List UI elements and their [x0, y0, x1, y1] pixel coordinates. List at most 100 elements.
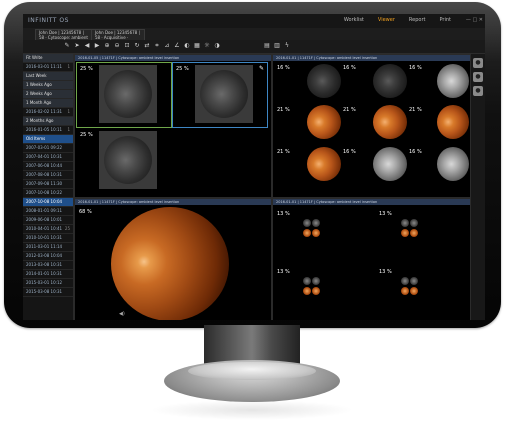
- invert-icon[interactable]: ◐: [183, 42, 191, 50]
- zoom-label: 21 %: [343, 107, 356, 113]
- sidebar-study-row[interactable]: 2007-09-08 11:30: [23, 180, 73, 189]
- image-thumb[interactable]: [373, 105, 407, 139]
- app-header: INFINITT OS Worklist Viewer Report Print…: [23, 14, 485, 29]
- nav-viewer[interactable]: Viewer: [378, 17, 395, 23]
- fit-icon[interactable]: ⊡: [123, 42, 131, 50]
- image-tile[interactable]: 25 %: [77, 129, 171, 193]
- panel-top-right[interactable]: 2016-01-01 | 11471F | Cytoscope: ambient…: [272, 54, 472, 198]
- nav-worklist[interactable]: Worklist: [344, 17, 364, 23]
- zoom-out-icon[interactable]: ⊖: [113, 42, 121, 50]
- sidebar-group-header[interactable]: Fit Write: [23, 54, 73, 63]
- sidebar-study-row[interactable]: 2016-01-05 10:11 1: [23, 126, 73, 135]
- crop-icon[interactable]: ⌗: [153, 42, 161, 50]
- pin-icon[interactable]: ✎: [259, 65, 264, 72]
- image-thumb[interactable]: [373, 64, 407, 98]
- image-thumb[interactable]: [307, 64, 341, 98]
- image-group[interactable]: [401, 277, 427, 301]
- next-icon[interactable]: ▶: [93, 42, 101, 50]
- contrast-icon[interactable]: ◑: [213, 42, 221, 50]
- sidebar-study-row[interactable]: 2016-02-02 11:31 1: [23, 108, 73, 117]
- sidebar-study-row[interactable]: 2010-04-01 10:41 25: [23, 225, 73, 234]
- sidebar-item-label: 2015-03-01 10:12: [26, 280, 63, 285]
- sidebar-study-row[interactable]: 2010-10-01 10:31: [23, 234, 73, 243]
- sidebar-group-header[interactable]: 2 Weeks Ago: [23, 90, 73, 99]
- nav-report[interactable]: Report: [409, 17, 426, 23]
- panel-header: 2016-01-05 | 11471F | Cytoscope: ambient…: [75, 55, 271, 61]
- sidebar-item-label: 2007-09-08 11:30: [26, 181, 63, 186]
- zoom-label: 21 %: [409, 107, 422, 113]
- image-thumb[interactable]: [437, 64, 469, 98]
- speaker-icon[interactable]: ◀): [119, 311, 125, 317]
- af-image: [99, 131, 157, 189]
- flip-icon[interactable]: ⇄: [143, 42, 151, 50]
- tool-button-2[interactable]: ●: [473, 72, 483, 82]
- image-thumb[interactable]: [437, 105, 469, 139]
- zoom-in-icon[interactable]: ⊕: [103, 42, 111, 50]
- measure-icon[interactable]: ⊿: [163, 42, 171, 50]
- sync-icon[interactable]: ϟ: [283, 42, 291, 50]
- sidebar-item-label: 2007-10-08 10:22: [26, 190, 63, 195]
- sidebar-study-row[interactable]: 2011-03-01 11:14: [23, 243, 73, 252]
- image-tile[interactable]: 25 %: [76, 62, 172, 128]
- zoom-label: 68 %: [79, 209, 92, 215]
- tool-button-1[interactable]: ●: [473, 58, 483, 68]
- sidebar-study-row[interactable]: 2008-01-01 09:11: [23, 207, 73, 216]
- zoom-label: 16 %: [409, 149, 422, 155]
- sidebar-study-row[interactable]: 2012-03-08 10:04: [23, 252, 73, 261]
- sidebar-study-row[interactable]: 2015-03-08 10:31: [23, 288, 73, 297]
- panel-bottom-left[interactable]: 2016-01-01 | 11471F | Cytoscope: ambient…: [74, 198, 272, 320]
- sidebar-study-row[interactable]: 2007-10-08 10:04: [23, 198, 73, 207]
- rotate-icon[interactable]: ↻: [133, 42, 141, 50]
- study-sidebar: Fit Write 2016-03-01 11:11 1 Last Week 1 Wee…: [23, 54, 74, 320]
- sidebar-study-row[interactable]: 2007-04-01 10:31: [23, 153, 73, 162]
- sidebar-item-label: Fit Write: [26, 55, 43, 60]
- sidebar-study-row[interactable]: 2007-08-08 10:31: [23, 171, 73, 180]
- image-thumb[interactable]: [307, 105, 341, 139]
- angle-icon[interactable]: ∠: [173, 42, 181, 50]
- pointer-icon[interactable]: ➤: [73, 42, 81, 50]
- sidebar-group-header[interactable]: Last Week: [23, 72, 73, 81]
- window-controls[interactable]: — □ ✕: [466, 17, 483, 23]
- brightness-icon[interactable]: ☼: [203, 42, 211, 50]
- sidebar-item-label: 2008-01-01 09:11: [26, 208, 63, 213]
- image-thumb[interactable]: [373, 147, 407, 181]
- image-group[interactable]: [303, 277, 329, 301]
- sidebar-study-row[interactable]: Old Items: [23, 135, 73, 144]
- layout-icon[interactable]: ▤: [263, 42, 271, 50]
- sidebar-item-label: Old Items: [26, 136, 46, 141]
- sidebar-study-row[interactable]: 2007-03-01 09:22: [23, 144, 73, 153]
- image-tile[interactable]: 25 % ✎: [172, 62, 268, 128]
- pen-icon[interactable]: ✎: [63, 42, 71, 50]
- panel-bottom-right[interactable]: 2016-01-01 | 11471F | Cytoscope: ambient…: [272, 198, 472, 320]
- zoom-label: 16 %: [409, 65, 422, 71]
- layout-2-icon[interactable]: ▥: [273, 42, 281, 50]
- sidebar-study-row[interactable]: 2014-01-01 10:31: [23, 270, 73, 279]
- sidebar-study-row[interactable]: 2009-06-08 10:01: [23, 216, 73, 225]
- sidebar-group-header[interactable]: 2 Months Ago: [23, 117, 73, 126]
- tool-button-3[interactable]: ●: [473, 86, 483, 96]
- grid-icon[interactable]: ▦: [193, 42, 201, 50]
- image-group[interactable]: [401, 219, 427, 243]
- sidebar-study-row[interactable]: 2016-03-01 11:11 1: [23, 63, 73, 72]
- sidebar-group-header[interactable]: 1 Month Ago: [23, 99, 73, 108]
- screen: INFINITT OS Worklist Viewer Report Print…: [23, 14, 485, 320]
- app-logo: INFINITT OS: [28, 17, 69, 24]
- sidebar-study-row[interactable]: 2015-03-01 10:12: [23, 279, 73, 288]
- sidebar-study-row[interactable]: 2007-06-08 10:44: [23, 162, 73, 171]
- sidebar-item-label: 2007-03-01 09:22: [26, 145, 63, 150]
- monitor-neck: [204, 325, 300, 365]
- fundus-image[interactable]: [111, 207, 229, 320]
- sidebar-item-label: 2007-10-08 10:04: [26, 199, 63, 204]
- nav-print[interactable]: Print: [439, 17, 451, 23]
- sidebar-item-label: 2010-04-01 10:41: [26, 226, 63, 231]
- sidebar-item-label: 2015-03-08 10:31: [26, 289, 63, 294]
- image-thumb[interactable]: [307, 147, 341, 181]
- sidebar-study-row[interactable]: 2007-10-08 10:22: [23, 189, 73, 198]
- sidebar-group-header[interactable]: 1 Weeks Ago: [23, 81, 73, 90]
- image-group[interactable]: [303, 219, 329, 243]
- sidebar-study-row[interactable]: 2013-03-08 10:31: [23, 261, 73, 270]
- panel-top-left[interactable]: 2016-01-05 | 11471F | Cytoscope: ambient…: [74, 54, 272, 198]
- image-count: 1: [67, 64, 70, 69]
- image-thumb[interactable]: [437, 147, 469, 181]
- prev-icon[interactable]: ◀: [83, 42, 91, 50]
